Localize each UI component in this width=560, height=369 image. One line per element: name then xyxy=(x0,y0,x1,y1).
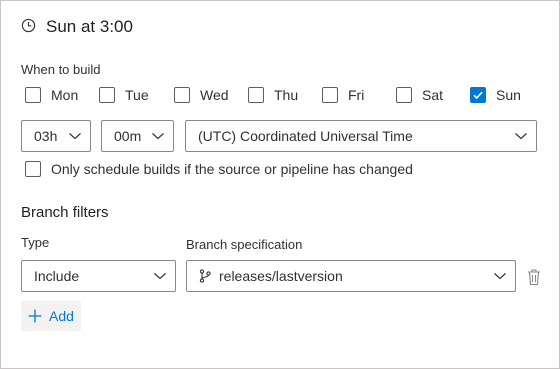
day-mon-checkbox[interactable] xyxy=(25,87,41,103)
day-thu[interactable]: Thu xyxy=(248,85,298,105)
day-tue-label: Tue xyxy=(125,87,149,103)
day-tue[interactable]: Tue xyxy=(99,85,149,105)
add-filter-label: Add xyxy=(49,308,74,324)
trash-icon[interactable] xyxy=(526,268,542,286)
day-sun-checkbox[interactable] xyxy=(470,87,486,103)
chevron-down-icon xyxy=(154,273,166,280)
day-wed-label: Wed xyxy=(200,87,229,103)
type-dropdown[interactable]: Include xyxy=(21,260,176,292)
branch-spec-value: releases/lastversion xyxy=(219,268,343,284)
day-fri-label: Fri xyxy=(348,87,365,103)
plus-icon xyxy=(28,309,42,323)
day-wed-checkbox[interactable] xyxy=(174,87,190,103)
branch-icon xyxy=(199,269,211,283)
branch-filters-title: Branch filters xyxy=(21,204,109,221)
day-fri-checkbox[interactable] xyxy=(322,87,338,103)
type-value: Include xyxy=(34,268,80,284)
type-label: Type xyxy=(21,235,50,250)
day-sat[interactable]: Sat xyxy=(396,85,443,105)
only-if-changed-checkbox[interactable] xyxy=(25,161,41,177)
day-sat-checkbox[interactable] xyxy=(396,87,412,103)
chevron-down-icon xyxy=(69,133,81,140)
day-sun-label: Sun xyxy=(496,87,521,103)
clock-icon xyxy=(21,18,36,32)
minute-value: 00m xyxy=(114,128,142,144)
only-if-changed-option[interactable]: Only schedule builds if the source or pi… xyxy=(25,159,413,179)
day-sun[interactable]: Sun xyxy=(470,85,521,105)
hour-value: 03h xyxy=(34,128,58,144)
chevron-down-icon xyxy=(494,273,506,280)
timezone-value: (UTC) Coordinated Universal Time xyxy=(198,128,413,144)
day-thu-checkbox[interactable] xyxy=(248,87,264,103)
schedule-title: Sun at 3:00 xyxy=(46,17,133,36)
only-if-changed-label: Only schedule builds if the source or pi… xyxy=(51,161,413,177)
chevron-down-icon xyxy=(515,133,527,140)
day-sat-label: Sat xyxy=(422,87,444,103)
day-mon-label: Mon xyxy=(51,87,79,103)
minute-dropdown[interactable]: 00m xyxy=(101,120,174,152)
add-filter-button[interactable]: Add xyxy=(21,301,81,331)
branch-spec-label: Branch specification xyxy=(186,237,303,252)
hour-dropdown[interactable]: 03h xyxy=(21,120,91,152)
day-wed[interactable]: Wed xyxy=(174,85,229,105)
schedule-panel: Sun at 3:00 When to build Mon Tue Wed Th… xyxy=(0,0,560,369)
day-tue-checkbox[interactable] xyxy=(99,87,115,103)
day-fri[interactable]: Fri xyxy=(322,85,364,105)
schedule-header: Sun at 3:00 xyxy=(21,13,133,41)
chevron-down-icon xyxy=(152,133,164,140)
day-thu-label: Thu xyxy=(274,87,299,103)
branch-spec-dropdown[interactable]: releases/lastversion xyxy=(186,260,516,292)
timezone-dropdown[interactable]: (UTC) Coordinated Universal Time xyxy=(185,120,537,152)
when-to-build-label: When to build xyxy=(21,62,101,77)
checkmark-icon xyxy=(473,91,483,100)
day-mon[interactable]: Mon xyxy=(25,85,78,105)
